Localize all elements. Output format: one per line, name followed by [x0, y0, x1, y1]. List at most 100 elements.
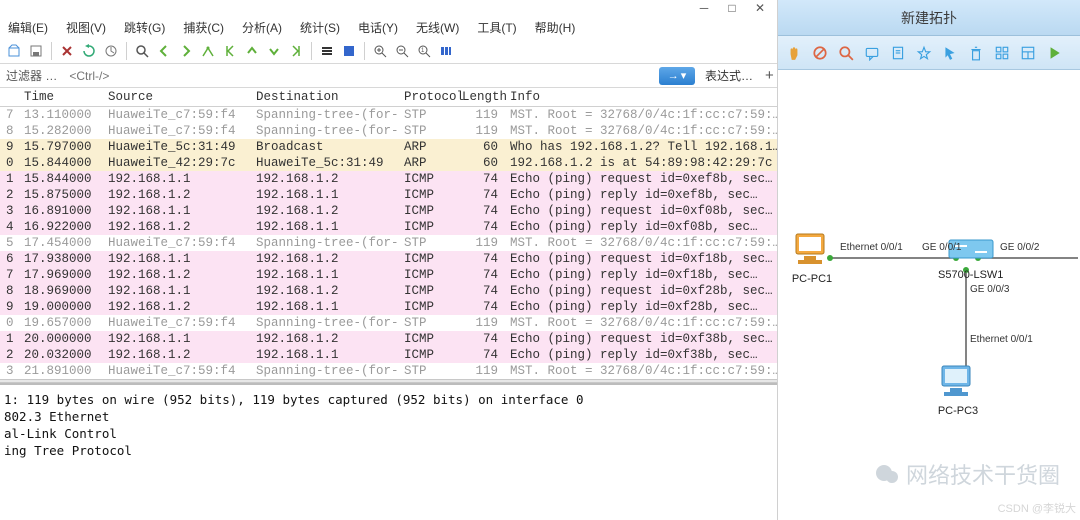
last-icon[interactable]	[286, 41, 306, 61]
topology-toolbar	[778, 36, 1080, 70]
cell: 2	[0, 347, 18, 363]
packet-row[interactable]: 220.032000192.168.1.2192.168.1.1ICMP74Ec…	[0, 347, 777, 363]
detail-line[interactable]: 802.3 Ethernet	[4, 408, 773, 425]
zoom-out-icon[interactable]	[392, 41, 412, 61]
first-icon[interactable]	[220, 41, 240, 61]
play-icon[interactable]	[1042, 41, 1066, 65]
save-icon[interactable]	[26, 41, 46, 61]
filter-add-button[interactable]: +	[759, 67, 777, 84]
close-window-icon[interactable]: ✕	[755, 3, 765, 13]
packet-header-row[interactable]: TimeSourceDestinationProtocolLengthInfo	[0, 88, 777, 107]
detail-line[interactable]: al-Link Control	[4, 425, 773, 442]
packet-detail-pane[interactable]: 1: 119 bytes on wire (952 bits), 119 byt…	[0, 383, 777, 465]
packet-table[interactable]: TimeSourceDestinationProtocolLengthInfo …	[0, 88, 777, 379]
display-filter-input[interactable]	[67, 66, 651, 86]
autoscroll-icon[interactable]	[317, 41, 337, 61]
cell: 192.168.1.2	[102, 219, 250, 235]
column-header[interactable]	[0, 88, 18, 107]
minimize-icon[interactable]: ─	[699, 3, 709, 13]
delete-icon[interactable]	[964, 41, 988, 65]
colorize-icon[interactable]	[339, 41, 359, 61]
menu-item[interactable]: 无线(W)	[412, 17, 463, 38]
device-label: S5700-LSW1	[938, 269, 1003, 281]
column-header[interactable]: Protocol	[398, 88, 456, 107]
zoom-in-icon[interactable]	[370, 41, 390, 61]
topology-canvas[interactable]: PC-PC1 S5700-LSW1 PC-PC3 Ethernet 0/0/1 …	[778, 70, 1080, 520]
menu-item[interactable]: 分析(A)	[238, 17, 286, 38]
cell: 3	[0, 203, 18, 219]
packet-row[interactable]: 015.844000HuaweiTe_42:29:7cHuaweiTe_5c:3…	[0, 155, 777, 171]
arrow-select-icon[interactable]	[938, 41, 962, 65]
packet-row[interactable]: 617.938000192.168.1.1192.168.1.2ICMP74Ec…	[0, 251, 777, 267]
packet-row[interactable]: 517.454000HuaweiTe_c7:59:f4Spanning-tree…	[0, 235, 777, 251]
detail-line[interactable]: ing Tree Protocol	[4, 442, 773, 459]
menu-item[interactable]: 统计(S)	[296, 17, 344, 38]
menu-item[interactable]: 捕获(C)	[179, 17, 228, 38]
packet-row[interactable]: 818.969000192.168.1.1192.168.1.2ICMP74Ec…	[0, 283, 777, 299]
filter-expression-button[interactable]: 表达式…	[699, 67, 759, 84]
forward-icon[interactable]	[176, 41, 196, 61]
device-pc1[interactable]: PC-PC1	[790, 230, 834, 285]
find-icon[interactable]	[132, 41, 152, 61]
packet-row[interactable]: 416.922000192.168.1.2192.168.1.1ICMP74Ec…	[0, 219, 777, 235]
column-header[interactable]: Time	[18, 88, 102, 107]
grid-icon[interactable]	[990, 41, 1014, 65]
packet-row[interactable]: 717.969000192.168.1.2192.168.1.1ICMP74Ec…	[0, 267, 777, 283]
back-icon[interactable]	[154, 41, 174, 61]
menu-item[interactable]: 帮助(H)	[531, 17, 580, 38]
packet-row[interactable]: 713.110000HuaweiTe_c7:59:f4Spanning-tree…	[0, 107, 777, 124]
packet-row[interactable]: 215.875000192.168.1.2192.168.1.1ICMP74Ec…	[0, 187, 777, 203]
chat-icon[interactable]	[860, 41, 884, 65]
cell: ICMP	[398, 299, 456, 315]
cell: 1	[0, 171, 18, 187]
cell: ARP	[398, 139, 456, 155]
packet-row[interactable]: 019.657000HuaweiTe_c7:59:f4Spanning-tree…	[0, 315, 777, 331]
menu-item[interactable]: 工具(T)	[473, 17, 520, 38]
cell: HuaweiTe_5c:31:49	[102, 139, 250, 155]
star-select-icon[interactable]	[912, 41, 936, 65]
resize-cols-icon[interactable]	[436, 41, 456, 61]
cell: 74	[456, 283, 504, 299]
packet-row[interactable]: 321.891000HuaweiTe_c7:59:f4Spanning-tree…	[0, 363, 777, 379]
jump-icon[interactable]	[198, 41, 218, 61]
maximize-icon[interactable]: □	[727, 3, 737, 13]
reload-icon[interactable]	[79, 41, 99, 61]
arrow-right-icon: →	[668, 70, 679, 82]
zoom-reset-icon[interactable]: 1	[414, 41, 434, 61]
cell: Echo (ping) reply id=0xf08b, sec…	[504, 219, 777, 235]
toolbar-separator	[126, 42, 127, 60]
column-header[interactable]: Length	[456, 88, 504, 107]
packet-row[interactable]: 815.282000HuaweiTe_c7:59:f4Spanning-tree…	[0, 123, 777, 139]
hand-icon[interactable]	[782, 41, 806, 65]
menu-item[interactable]: 编辑(E)	[4, 17, 52, 38]
packet-row[interactable]: 120.000000192.168.1.1192.168.1.2ICMP74Ec…	[0, 331, 777, 347]
cell: 8	[0, 123, 18, 139]
link-label: Ethernet 0/0/1	[970, 334, 1033, 345]
filter-apply-button[interactable]: →▾	[659, 67, 695, 85]
packet-row[interactable]: 316.891000192.168.1.1192.168.1.2ICMP74Ec…	[0, 203, 777, 219]
open-file-icon[interactable]	[4, 41, 24, 61]
packet-row[interactable]: 915.797000HuaweiTe_5c:31:49BroadcastARP6…	[0, 139, 777, 155]
menu-item[interactable]: 跳转(G)	[120, 17, 169, 38]
column-header[interactable]: Source	[102, 88, 250, 107]
column-header[interactable]: Destination	[250, 88, 398, 107]
packet-row[interactable]: 115.844000192.168.1.1192.168.1.2ICMP74Ec…	[0, 171, 777, 187]
packet-row[interactable]: 919.000000192.168.1.2192.168.1.1ICMP74Ec…	[0, 299, 777, 315]
menu-item[interactable]: 视图(V)	[62, 17, 110, 38]
close-icon[interactable]	[57, 41, 77, 61]
cell: ICMP	[398, 219, 456, 235]
topology-window: 新建拓扑 PC-PC1 S5700-LSW1 PC-PC3 Ethernet	[778, 0, 1080, 520]
magnify-icon[interactable]	[834, 41, 858, 65]
stop-icon[interactable]	[808, 41, 832, 65]
detail-line[interactable]: 1: 119 bytes on wire (952 bits), 119 byt…	[4, 391, 773, 408]
cell: Echo (ping) reply id=0xf28b, sec…	[504, 299, 777, 315]
restart-icon[interactable]	[101, 41, 121, 61]
note-icon[interactable]	[886, 41, 910, 65]
layout-icon[interactable]	[1016, 41, 1040, 65]
column-header[interactable]: Info	[504, 88, 777, 107]
up-icon[interactable]	[242, 41, 262, 61]
down-icon[interactable]	[264, 41, 284, 61]
menu-item[interactable]: 电话(Y)	[354, 17, 402, 38]
cell: 192.168.1.2	[250, 283, 398, 299]
device-pc3[interactable]: PC-PC3	[936, 362, 980, 417]
